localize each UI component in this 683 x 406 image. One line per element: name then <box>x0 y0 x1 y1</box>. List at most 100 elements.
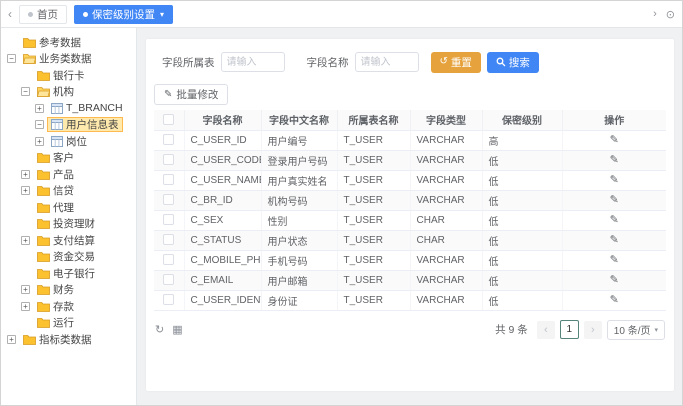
tree-node-body[interactable]: 支付结算 <box>33 233 99 248</box>
edit-row-button[interactable]: ✎ <box>610 275 619 286</box>
tab-menu-icon[interactable]: ⊙ <box>666 8 675 21</box>
tree-node-label: 运行 <box>53 315 74 330</box>
search-button[interactable]: 搜索 <box>487 52 539 73</box>
tree-node[interactable]: 客户 <box>5 150 134 167</box>
column-settings-icon[interactable]: ▦ <box>172 323 182 336</box>
tree-node-label: 支付结算 <box>53 233 95 248</box>
tree-node-body[interactable]: 指标类数据 <box>19 332 96 347</box>
tree-node-body[interactable]: 资金交易 <box>33 249 99 264</box>
tree-node-body[interactable]: T_BRANCH <box>47 101 127 116</box>
tree-node-body[interactable]: 参考数据 <box>19 35 85 50</box>
tree-node-body[interactable]: 代理 <box>33 200 78 215</box>
tree-node-body[interactable]: 财务 <box>33 282 78 297</box>
refresh-icon[interactable]: ↻ <box>155 323 164 336</box>
cell-field-name: C_SEX <box>184 210 261 230</box>
row-checkbox[interactable] <box>163 194 174 205</box>
edit-row-button[interactable]: ✎ <box>610 175 619 186</box>
cell-field-name: C_EMAIL <box>184 270 261 290</box>
next-page-button[interactable]: › <box>584 321 602 339</box>
row-checkbox[interactable] <box>163 294 174 305</box>
tree-node[interactable]: + 支付结算 <box>5 232 134 249</box>
tree-node[interactable]: 投资理财 <box>5 216 134 233</box>
tree-node[interactable]: 运行 <box>5 315 134 332</box>
tree-node[interactable]: 资金交易 <box>5 249 134 266</box>
expand-icon[interactable]: + <box>35 137 44 146</box>
row-checkbox[interactable] <box>163 234 174 245</box>
tab-scroll-right-icon[interactable]: › <box>653 8 657 20</box>
tree-node-body[interactable]: 电子银行 <box>33 266 99 281</box>
expand-icon[interactable]: + <box>21 285 30 294</box>
tree-node-body[interactable]: 客户 <box>33 150 78 165</box>
expand-icon[interactable]: + <box>21 236 30 245</box>
expand-icon[interactable]: + <box>21 186 30 195</box>
edit-row-button[interactable]: ✎ <box>610 215 619 226</box>
prev-page-button[interactable]: ‹ <box>537 321 555 339</box>
tree-node-label: 存款 <box>53 299 74 314</box>
sidebar-tree: 参考数据−业务类数据银行卡−机构+T_BRANCH−用户信息表+岗位客户+产品+… <box>5 34 134 348</box>
tree-node-body[interactable]: 业务类数据 <box>19 51 96 66</box>
row-checkbox[interactable] <box>163 274 174 285</box>
edit-row-button[interactable]: ✎ <box>610 255 619 266</box>
batch-edit-button[interactable]: ✎ 批量修改 <box>154 84 228 105</box>
field-table-input[interactable] <box>221 52 285 72</box>
tree-node-body[interactable]: 投资理财 <box>33 216 99 231</box>
search-icon <box>496 57 506 67</box>
expand-icon[interactable]: + <box>7 335 16 344</box>
tree-node[interactable]: +T_BRANCH <box>5 100 134 117</box>
tree-node[interactable]: +指标类数据 <box>5 331 134 348</box>
tree-node-body[interactable]: 产品 <box>33 167 78 182</box>
edit-row-button[interactable]: ✎ <box>610 195 619 206</box>
edit-row-button[interactable]: ✎ <box>610 235 619 246</box>
tree-node-body[interactable]: 用户信息表 <box>47 117 123 132</box>
tree-node-label: 用户信息表 <box>66 117 119 132</box>
cell-secrecy-level: 低 <box>482 210 562 230</box>
table-row: C_MOBILE_PHONE手机号码T_USERVARCHAR低✎ <box>154 250 666 270</box>
tree-node-body[interactable]: 存款 <box>33 299 78 314</box>
tree-node[interactable]: + 存款 <box>5 298 134 315</box>
tree-node[interactable]: 电子银行 <box>5 265 134 282</box>
tree-node[interactable]: +岗位 <box>5 133 134 150</box>
row-checkbox[interactable] <box>163 154 174 165</box>
tree-node-body[interactable]: 信贷 <box>33 183 78 198</box>
cell-field-cn-name: 用户编号 <box>261 130 337 150</box>
tree-node[interactable]: +信贷 <box>5 183 134 200</box>
tree-node-body[interactable]: 银行卡 <box>33 68 89 83</box>
tree-node-body[interactable]: 机构 <box>33 84 78 99</box>
tree-node[interactable]: −机构 <box>5 84 134 101</box>
edit-row-button[interactable]: ✎ <box>610 155 619 166</box>
field-name-input[interactable] <box>355 52 419 72</box>
tree-node[interactable]: 代理 <box>5 199 134 216</box>
folder-icon <box>37 70 50 81</box>
tree-node[interactable]: 参考数据 <box>5 34 134 51</box>
edit-row-button[interactable]: ✎ <box>610 135 619 146</box>
tab-home[interactable]: 首页 <box>19 5 67 24</box>
tree-node[interactable]: −业务类数据 <box>5 51 134 68</box>
tab-scroll-left-icon[interactable]: ‹ <box>8 7 12 21</box>
tab-secrecy-level-settings[interactable]: 保密级别设置 ▾ <box>74 5 173 24</box>
col-header-field-type: 字段类型 <box>410 110 482 130</box>
chevron-down-icon[interactable]: ▾ <box>160 10 164 19</box>
current-page-button[interactable]: 1 <box>560 320 579 339</box>
expand-icon[interactable]: + <box>35 104 44 113</box>
select-all-checkbox[interactable] <box>163 114 174 125</box>
collapse-icon[interactable]: − <box>21 87 30 96</box>
tree-node[interactable]: − 用户信息表 <box>5 117 134 134</box>
tree-node[interactable]: 银行卡 <box>5 67 134 84</box>
collapse-icon[interactable]: − <box>7 54 16 63</box>
row-checkbox[interactable] <box>163 134 174 145</box>
reset-button[interactable]: ↺ 重置 <box>431 52 481 73</box>
expand-icon[interactable]: + <box>21 302 30 311</box>
row-checkbox[interactable] <box>163 214 174 225</box>
row-checkbox[interactable] <box>163 254 174 265</box>
row-checkbox[interactable] <box>163 174 174 185</box>
collapse-icon[interactable]: − <box>35 120 44 129</box>
tree-node-body[interactable]: 运行 <box>33 315 78 330</box>
page-size-select[interactable]: 10 条/页 ▾ <box>607 320 665 340</box>
cell-field-type: VARCHAR <box>410 150 482 170</box>
edit-row-button[interactable]: ✎ <box>610 295 619 306</box>
tree-node[interactable]: +财务 <box>5 282 134 299</box>
cell-secrecy-level: 低 <box>482 230 562 250</box>
tree-node[interactable]: +产品 <box>5 166 134 183</box>
expand-icon[interactable]: + <box>21 170 30 179</box>
tree-node-body[interactable]: 岗位 <box>47 134 91 149</box>
